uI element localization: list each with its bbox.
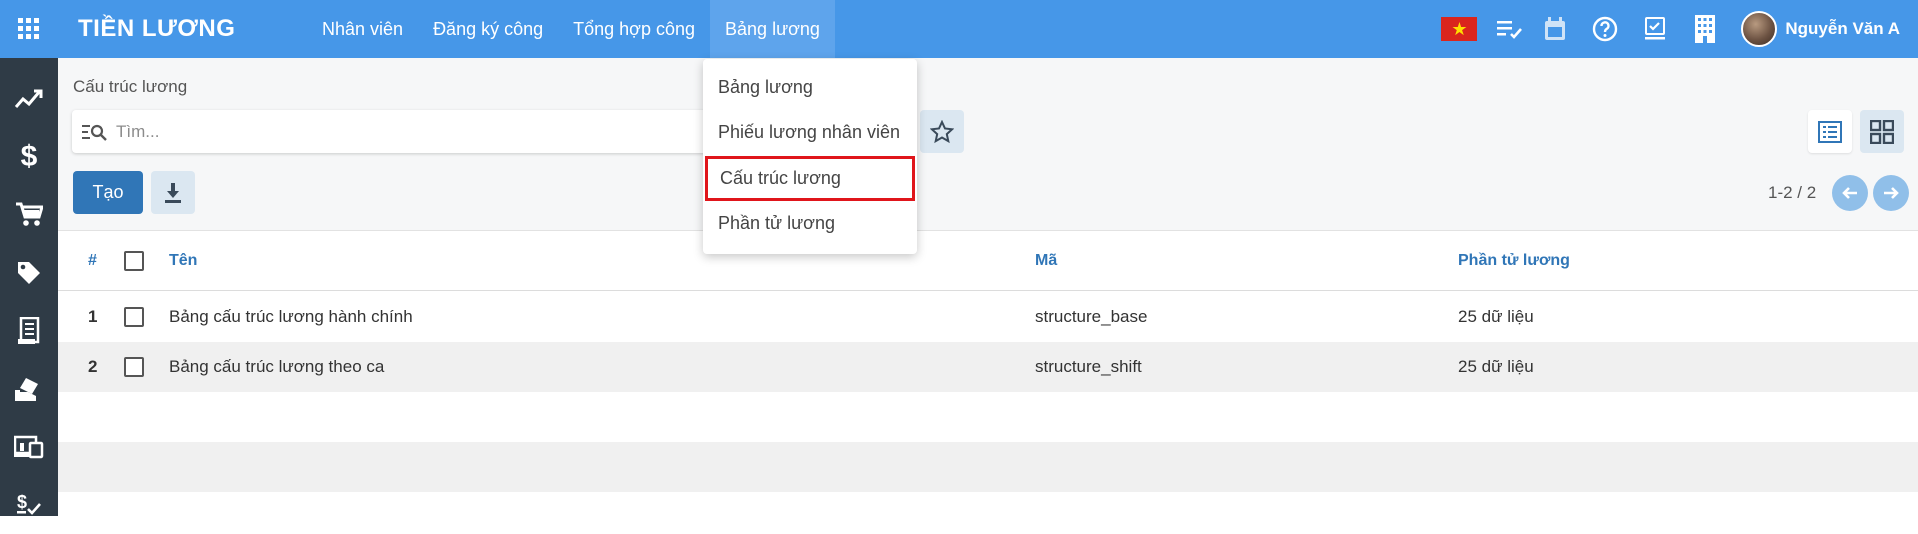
receipt-icon[interactable] [0,302,58,360]
language-flag-icon[interactable]: ★ [1437,0,1481,58]
activity-list-icon[interactable] [1489,0,1533,58]
column-header-code[interactable]: Mã [1035,232,1057,290]
tag-icon[interactable] [0,244,58,302]
bang-luong-dropdown: Bảng lương Phiếu lương nhân viên Cấu trú… [703,59,917,254]
row-code: structure_shift [1035,357,1142,376]
column-header-number: # [88,252,97,269]
devices-icon[interactable] [0,418,58,476]
row-name: Bảng cấu trúc lương hành chính [169,307,413,326]
main-menu: Nhân viên Đăng ký công Tổng hợp công Bản… [307,0,835,58]
table-header: # Tên Mã Phần tử lương [58,232,1918,291]
checklist-monitor-icon[interactable] [1633,0,1677,58]
row-code: structure_base [1035,307,1148,326]
row-name: Bảng cấu trúc lương theo ca [169,357,385,376]
search-input[interactable] [116,121,716,142]
help-icon[interactable] [1583,0,1627,58]
money-hand-icon[interactable] [0,360,58,418]
pager-previous-button[interactable] [1832,175,1868,211]
svg-text:$: $ [17,492,27,512]
search-box[interactable] [72,110,762,153]
download-button[interactable] [151,171,195,214]
apps-grid-icon[interactable] [0,0,58,58]
favorites-star-button[interactable] [920,110,964,153]
user-menu[interactable]: Nguyễn Văn A [1741,11,1900,47]
structure-table: # Tên Mã Phần tử lương 1 Bảng cấu trúc l… [58,232,1918,492]
chart-line-icon[interactable] [0,70,58,128]
select-all-checkbox[interactable] [124,232,144,290]
cart-icon[interactable] [0,186,58,244]
table-row[interactable]: 1 Bảng cấu trúc lương hành chính structu… [58,292,1918,342]
list-view-icon[interactable] [1808,110,1852,153]
control-panel: Cấu trúc lương Tạo [58,58,1918,231]
breadcrumb: Cấu trúc lương [73,77,188,96]
dropdown-item-phan-tu-luong[interactable]: Phần tử lương [703,201,917,246]
empty-row [58,392,1918,442]
row-number: 1 [88,307,98,326]
pager-value: 1-2 / 2 [1768,183,1817,202]
topbar-right: ★ Nguyễn Văn A [1437,0,1918,58]
pager-next-button[interactable] [1873,175,1909,211]
dropdown-item-cau-truc-luong[interactable]: Cấu trúc lương [705,156,915,201]
row-number: 2 [88,357,98,376]
create-button[interactable]: Tạo [73,171,143,214]
table-row[interactable]: 2 Bảng cấu trúc lương theo ca structure_… [58,342,1918,392]
column-header-elements[interactable]: Phần tử lương [1458,232,1570,290]
dropdown-item-phieu-luong[interactable]: Phiếu lương nhân viên [703,110,917,155]
empty-row [58,442,1918,492]
salary-check-icon[interactable]: $ [0,476,58,534]
column-header-name[interactable]: Tên [169,232,197,290]
building-icon[interactable] [1683,0,1727,58]
kanban-view-icon[interactable] [1860,110,1904,153]
row-checkbox[interactable] [124,292,144,342]
top-navbar: TIỀN LƯƠNG Nhân viên Đăng ký công Tổng h… [0,0,1918,58]
menu-item-nhan-vien[interactable]: Nhân viên [307,0,418,58]
dollar-icon[interactable]: $ [0,128,58,186]
row-elements: 25 dữ liệu [1458,307,1534,326]
row-elements: 25 dữ liệu [1458,357,1534,376]
menu-item-bang-luong[interactable]: Bảng lương [710,0,835,58]
dropdown-item-bang-luong[interactable]: Bảng lương [703,65,917,110]
menu-item-tong-hop-cong[interactable]: Tổng hợp công [558,0,710,58]
avatar [1741,11,1778,47]
menu-item-dang-ky-cong[interactable]: Đăng ký công [418,0,558,58]
calendar-icon[interactable] [1533,0,1577,58]
row-checkbox[interactable] [124,342,144,392]
user-name: Nguyễn Văn A [1785,19,1900,38]
sidebar: $ $ [0,58,58,516]
app-title: TIỀN LƯƠNG [78,15,236,42]
search-filter-icon [82,121,110,143]
